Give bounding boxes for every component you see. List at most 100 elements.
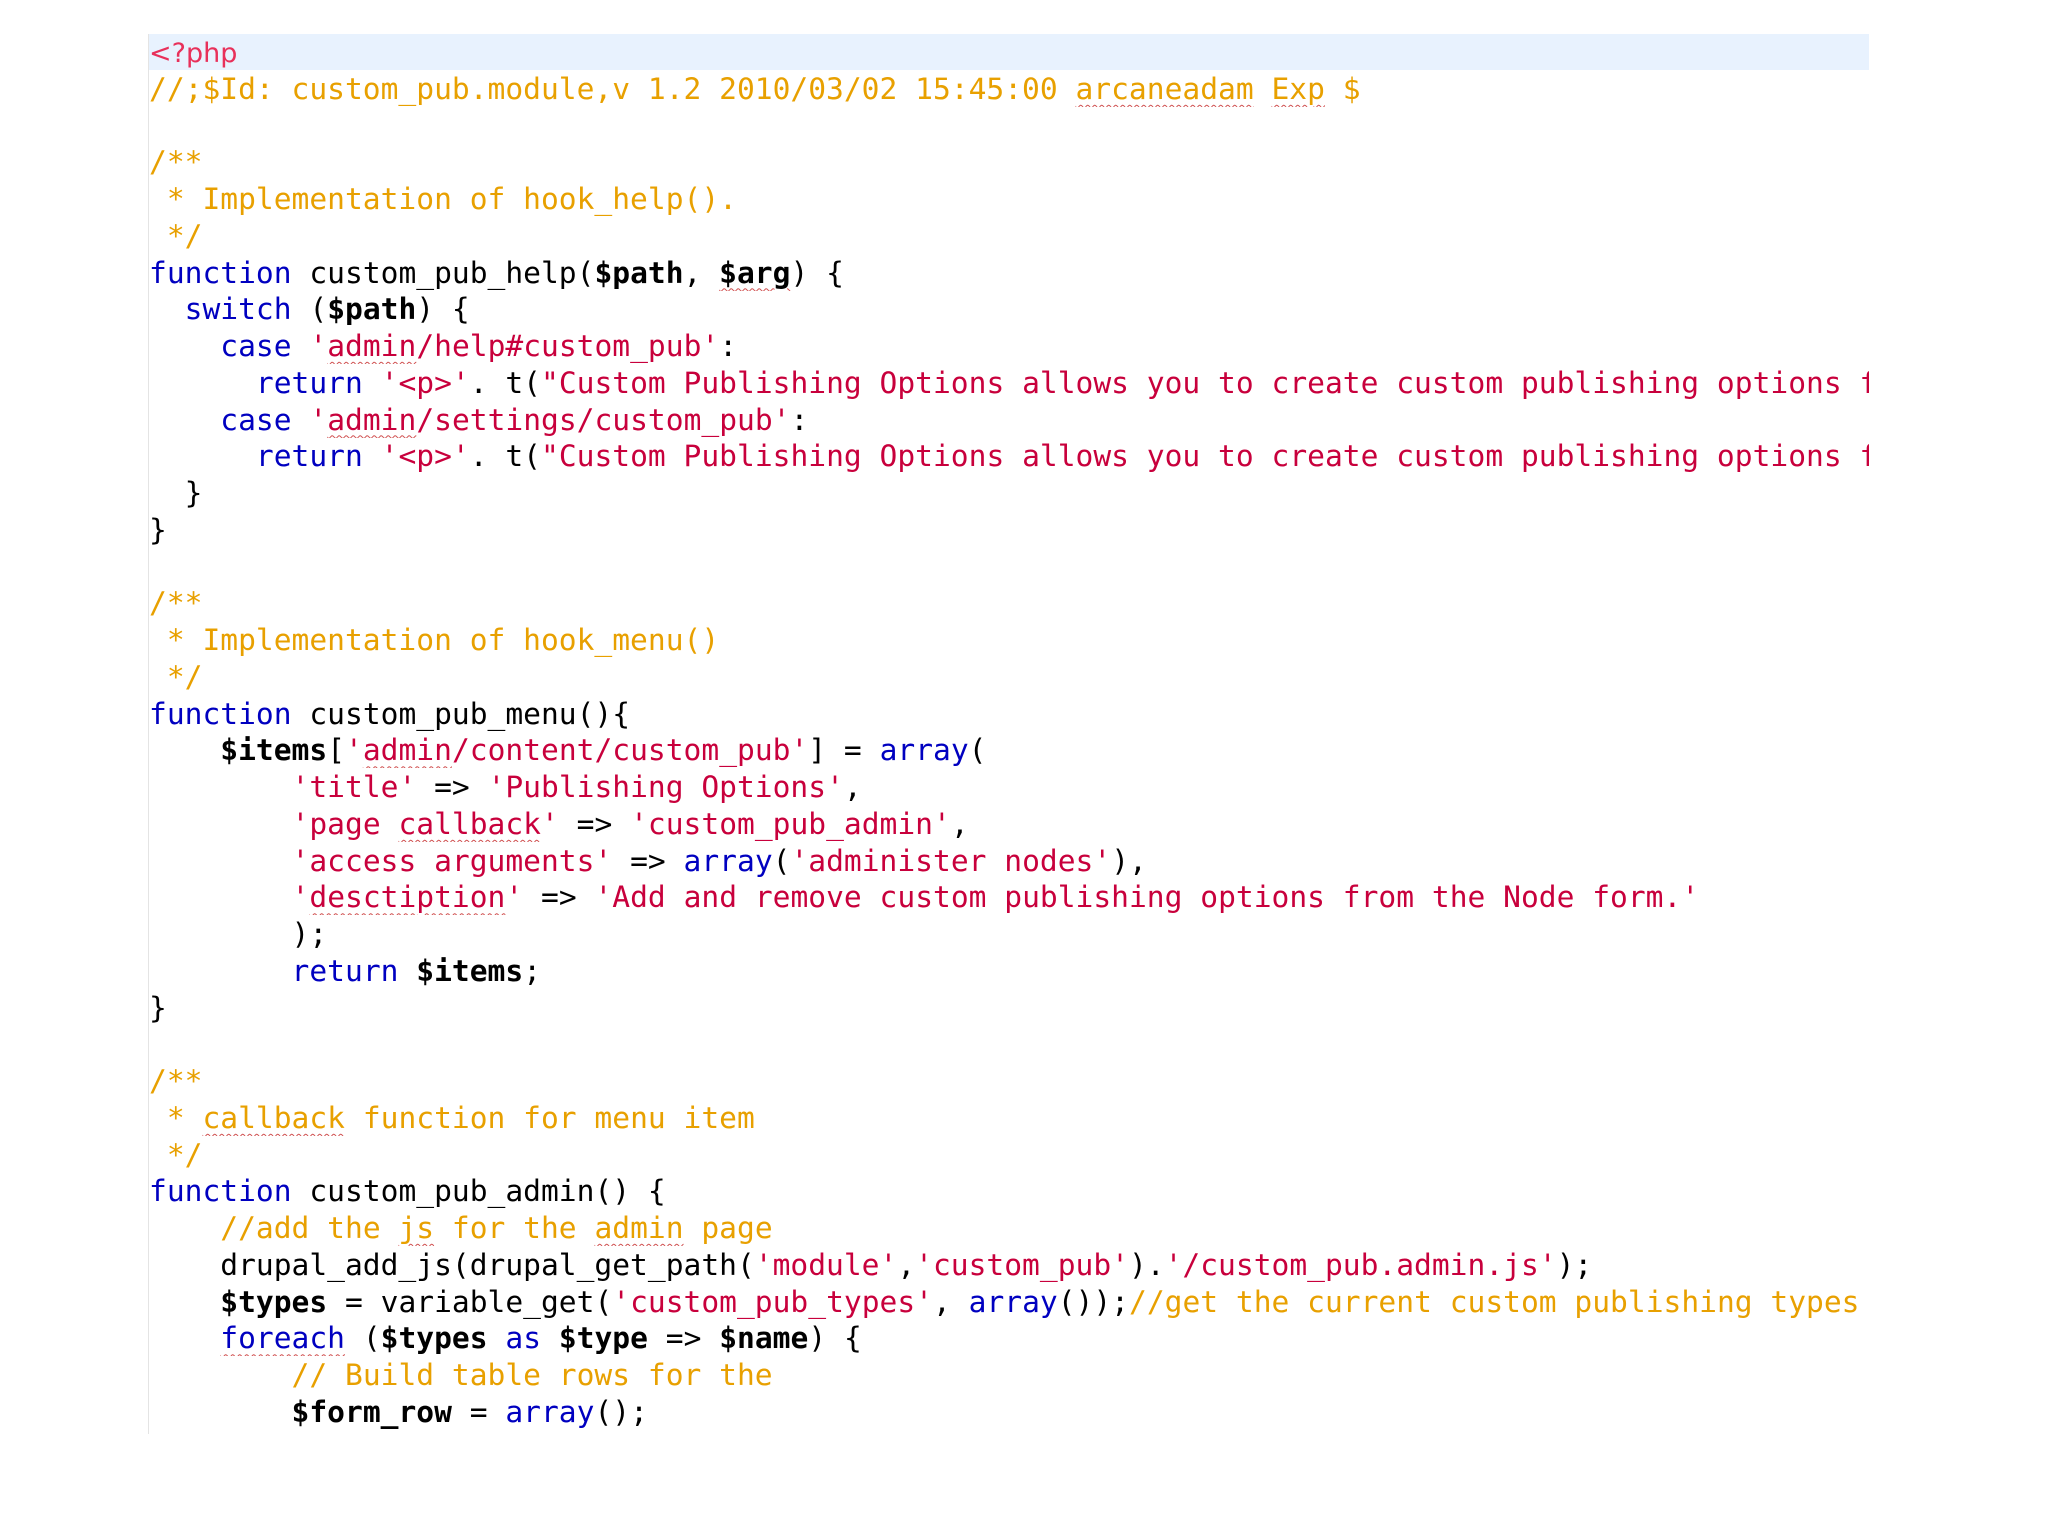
code-token: *	[149, 1100, 203, 1135]
code-token: (	[968, 733, 987, 768]
code-token: page	[683, 1211, 773, 1245]
code-line[interactable]: // Build table rows for the	[149, 1357, 1869, 1393]
code-token: function for menu item	[345, 1100, 755, 1135]
code-line[interactable]: 'title' => 'Publishing Options',	[149, 769, 1869, 805]
code-line[interactable]	[149, 549, 1869, 585]
code-token: $name	[719, 1321, 809, 1356]
code-token: ,	[950, 806, 969, 841]
code-token: 'data'	[844, 1432, 951, 1435]
code-token: $arg	[719, 255, 791, 290]
code-token: ());	[1057, 1284, 1129, 1319]
code-line[interactable]: //add the js for the admin page	[149, 1210, 1869, 1246]
code-line[interactable]	[149, 1026, 1869, 1062]
code-token: 'custom_pub-option-edit-cell'	[1200, 1432, 1717, 1435]
code-token: $items	[416, 953, 524, 988]
code-token: return	[291, 953, 399, 988]
code-token: array	[505, 1394, 595, 1429]
code-token: <?php	[149, 38, 238, 69]
code-line[interactable]: $row = array($name,$type,array('data'=>'…	[149, 1431, 1869, 1435]
code-line[interactable]: /**	[149, 585, 1869, 621]
code-token: /settings/custom_pub'	[416, 402, 791, 437]
code-line[interactable]: * Implementation of hook_help().	[149, 181, 1869, 217]
code-token: 'custom_pub'	[915, 1247, 1129, 1282]
code-token: (	[505, 1432, 523, 1435]
code-line[interactable]: * callback function for menu item	[149, 1100, 1869, 1136]
code-line[interactable]: /**	[149, 144, 1869, 180]
code-token: =>	[416, 770, 488, 804]
code-token: );	[149, 917, 328, 951]
code-token: arcaneadam	[1075, 71, 1254, 106]
code-line[interactable]: * Implementation of hook_menu()	[149, 622, 1869, 658]
code-token: =>	[523, 880, 595, 915]
code-line[interactable]: }	[149, 512, 1869, 548]
code-token: );	[1556, 1247, 1593, 1282]
code-line[interactable]: return '<p>'. t("Custom Publishing Optio…	[149, 365, 1869, 401]
code-token: return	[255, 439, 363, 474]
code-token: as	[505, 1321, 542, 1356]
code-token: }	[149, 476, 203, 510]
code-token: //add the	[220, 1211, 399, 1245]
code-line[interactable]: switch ($path) {	[149, 291, 1869, 327]
code-token: */	[149, 659, 203, 694]
code-token: $type	[558, 1321, 648, 1356]
code-line[interactable]	[149, 108, 1869, 144]
code-line[interactable]: */	[149, 1137, 1869, 1173]
code-line[interactable]: return $items;	[149, 953, 1869, 989]
code-token: '	[291, 880, 310, 915]
code-token: =>	[1165, 1432, 1201, 1435]
code-line[interactable]: }	[149, 475, 1869, 511]
code-token: }	[149, 990, 167, 1025]
code-token: =>	[647, 1321, 720, 1356]
code-token: $type	[630, 1432, 719, 1435]
code-line[interactable]: case 'admin/help#custom_pub':	[149, 328, 1869, 364]
code-line[interactable]: $items['admin/content/custom_pub'] = arr…	[149, 732, 1869, 768]
code-token: admin	[362, 733, 452, 768]
code-editor[interactable]: <?php//;$Id: custom_pub.module,v 1.2 201…	[148, 34, 1869, 1434]
code-token: :	[719, 329, 738, 363]
code-line[interactable]: );	[149, 916, 1869, 952]
code-line[interactable]: //;$Id: custom_pub.module,v 1.2 2010/03/…	[149, 71, 1869, 107]
code-line[interactable]: return '<p>'. t("Custom Publishing Optio…	[149, 438, 1869, 474]
code-token: =>	[951, 1432, 987, 1435]
code-line[interactable]: 'desctiption' => 'Add and remove custom …	[149, 879, 1869, 915]
code-line[interactable]: <?php	[149, 34, 1869, 70]
code-line[interactable]: function custom_pub_help($path, $arg) {	[149, 255, 1869, 291]
code-token: $types	[380, 1321, 488, 1356]
code-line[interactable]: drupal_add_js(drupal_get_path('module','…	[149, 1247, 1869, 1283]
code-token: ,	[843, 770, 862, 804]
code-line[interactable]: */	[149, 659, 1869, 695]
code-token: //get the current custom publishing type…	[1129, 1284, 1860, 1319]
code-token: 'class'	[1040, 1432, 1165, 1435]
code-token: $row	[292, 1432, 363, 1435]
code-line[interactable]: }	[149, 990, 1869, 1026]
code-line[interactable]: $types = variable_get('custom_pub_types'…	[149, 1284, 1869, 1320]
code-token: function	[149, 255, 292, 290]
code-token: custom_pub_menu(){	[291, 696, 631, 731]
code-token: //;$Id: custom_pub.module,v 1.2 2010/03/…	[149, 71, 1076, 106]
code-token: return	[255, 365, 363, 400]
code-line[interactable]: */	[149, 218, 1869, 254]
code-line[interactable]: /**	[149, 1063, 1869, 1099]
code-line[interactable]: $form_row = array();	[149, 1394, 1869, 1430]
code-token: admin	[327, 329, 417, 363]
code-line[interactable]: 'page callback' => 'custom_pub_admin',	[149, 806, 1869, 842]
code-line[interactable]: foreach ($types as $type => $name) {	[149, 1320, 1869, 1356]
code-line[interactable]: function custom_pub_menu(){	[149, 696, 1869, 732]
code-token: ;	[523, 953, 542, 988]
code-line[interactable]: 'access arguments' => array('administer …	[149, 843, 1869, 879]
code-token: $name	[523, 1432, 612, 1435]
code-token: /**	[149, 1064, 203, 1098]
code-line[interactable]: case 'admin/settings/custom_pub':	[149, 402, 1869, 438]
code-token: case	[220, 402, 292, 437]
code-token: (	[772, 843, 791, 878]
code-line[interactable]: function custom_pub_admin() {	[149, 1173, 1869, 1209]
code-token: '<p>'	[380, 365, 470, 400]
